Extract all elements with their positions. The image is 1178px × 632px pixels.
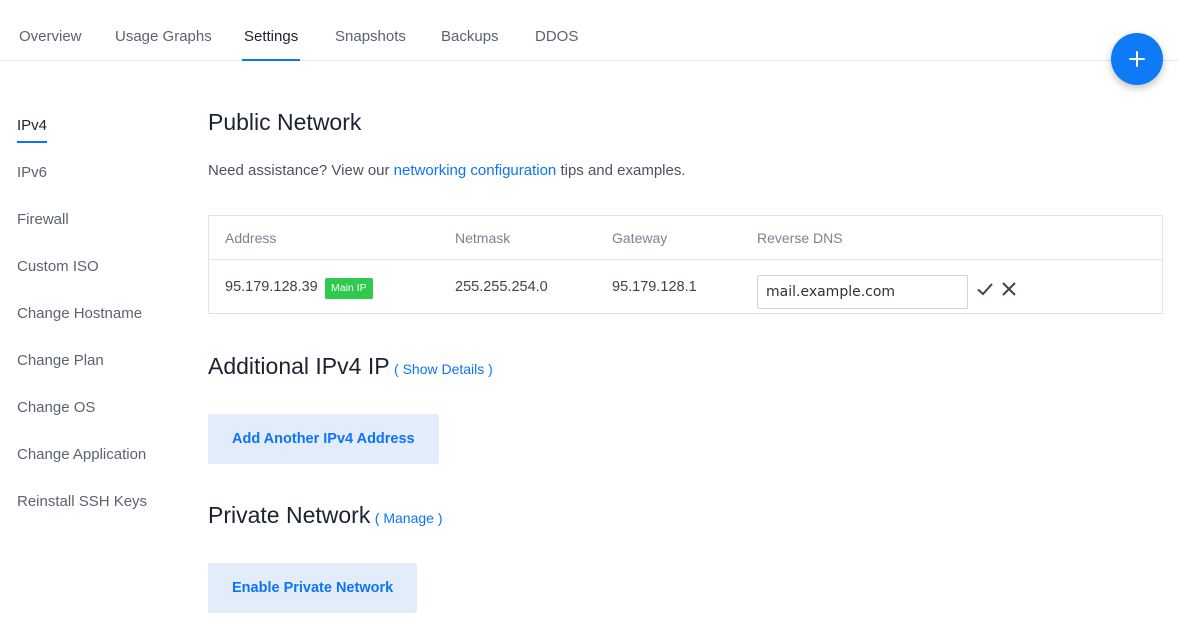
netmask-value: 255.255.254.0 <box>455 279 548 295</box>
sidebar-item-ipv6[interactable]: IPv6 <box>17 164 47 181</box>
sidebar-item-change-plan[interactable]: Change Plan <box>17 352 104 369</box>
cancel-close-icon[interactable] <box>1000 280 1018 303</box>
public-network-title: Public Network <box>208 109 362 135</box>
assistance-text: Need assistance? View our networking con… <box>208 162 686 179</box>
public-ip-table: Address Netmask Gateway Reverse DNS 95.1… <box>208 215 1163 314</box>
enable-private-network-button[interactable]: Enable Private Network <box>208 563 418 613</box>
header-netmask: Netmask <box>455 230 511 246</box>
gateway-value: 95.179.128.1 <box>612 279 697 295</box>
additional-ipv4-title: Additional IPv4 IP <box>208 353 390 379</box>
help-suffix: tips and examples. <box>556 162 686 179</box>
tab-backups[interactable]: Backups <box>441 0 499 61</box>
sidebar-item-ipv4[interactable]: IPv4 <box>17 117 48 143</box>
table-header <box>209 216 1162 260</box>
help-prefix: Need assistance? View our <box>208 162 394 179</box>
add-ipv4-address-button[interactable]: Add Another IPv4 Address <box>208 414 439 464</box>
main-ip-badge: Main IP <box>325 278 373 299</box>
tab-ddos[interactable]: DDOS <box>535 0 578 61</box>
private-network-heading: Private Network ( Manage ) <box>208 502 442 529</box>
tab-settings[interactable]: Settings <box>241 0 301 61</box>
top-tab-bar: Overview Usage Graphs Settings Snapshots… <box>0 0 1178 61</box>
header-address: Address <box>225 230 277 246</box>
tab-overview[interactable]: Overview <box>19 0 82 61</box>
additional-ipv4-heading: Additional IPv4 IP ( Show Details ) <box>208 353 493 380</box>
sidebar-item-change-os[interactable]: Change OS <box>17 399 95 416</box>
reverse-dns-input[interactable] <box>757 275 968 309</box>
sidebar-item-change-hostname[interactable]: Change Hostname <box>17 305 142 322</box>
add-button[interactable] <box>1111 33 1163 85</box>
networking-configuration-link[interactable]: networking configuration <box>394 162 557 179</box>
tab-snapshots[interactable]: Snapshots <box>335 0 406 61</box>
sidebar-item-reinstall-ssh-keys[interactable]: Reinstall SSH Keys <box>17 493 147 510</box>
header-reverse-dns: Reverse DNS <box>757 230 843 246</box>
ip-address: 95.179.128.39 <box>225 279 318 295</box>
sidebar-item-firewall[interactable]: Firewall <box>17 211 69 228</box>
show-details-link[interactable]: ( Show Details ) <box>394 361 493 377</box>
sidebar-item-change-application[interactable]: Change Application <box>17 446 146 463</box>
sidebar-item-custom-iso[interactable]: Custom ISO <box>17 258 99 275</box>
private-network-title: Private Network <box>208 502 371 528</box>
header-gateway: Gateway <box>612 230 668 246</box>
confirm-check-icon[interactable] <box>976 280 994 303</box>
plus-icon <box>1129 51 1145 67</box>
tab-usage-graphs[interactable]: Usage Graphs <box>115 0 212 61</box>
manage-link[interactable]: ( Manage ) <box>375 510 443 526</box>
